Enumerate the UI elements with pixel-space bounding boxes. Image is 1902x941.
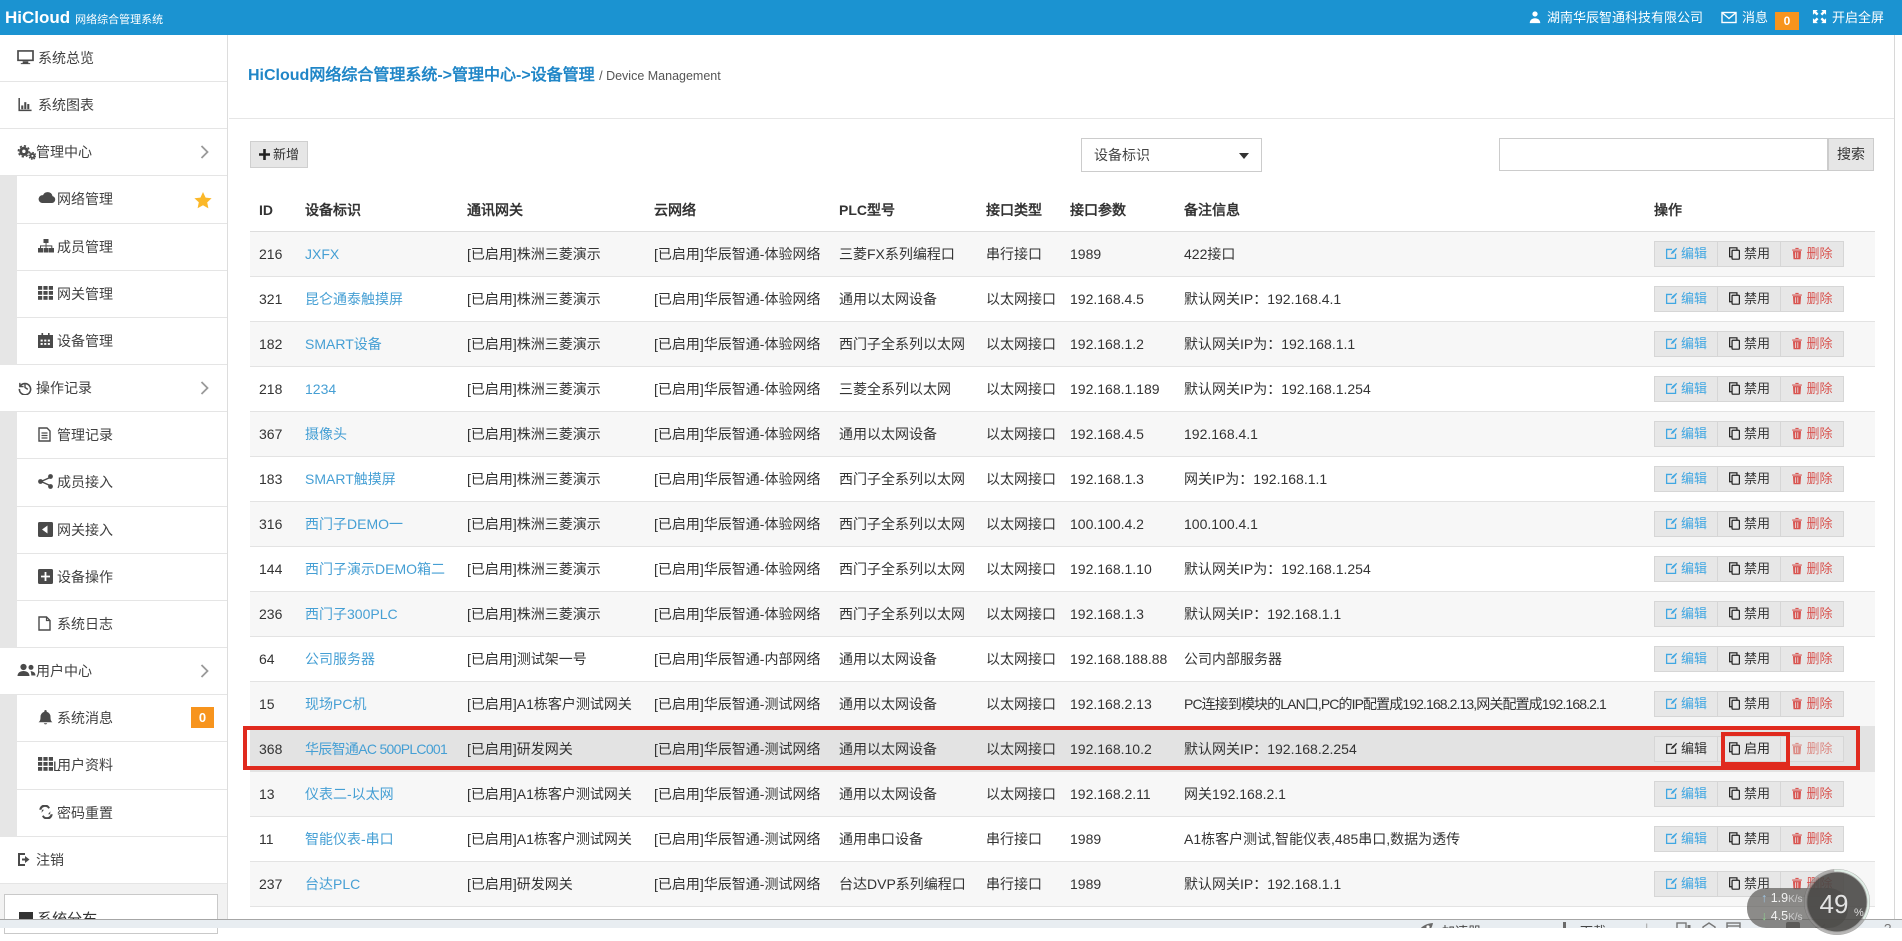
svg-text:%: % — [1854, 907, 1864, 919]
svg-text:49: 49 — [1820, 889, 1849, 919]
